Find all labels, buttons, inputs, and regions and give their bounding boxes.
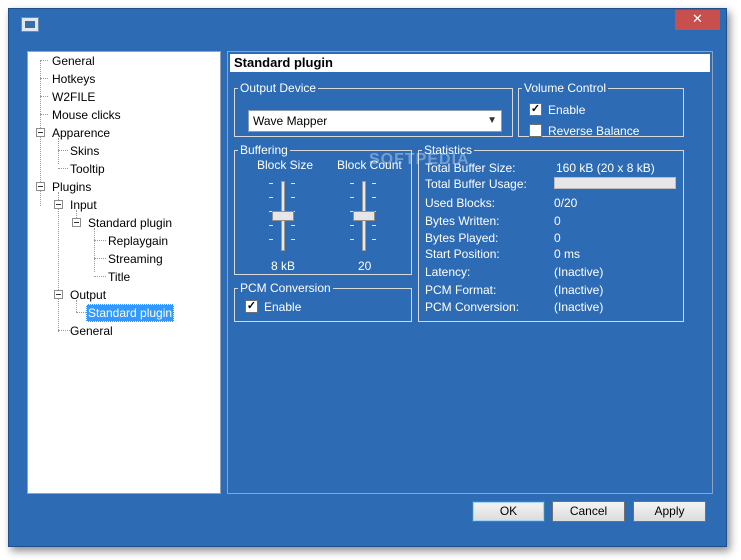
chevron-down-icon: ▼ — [487, 115, 497, 126]
pcm-enable-checkbox[interactable]: ✓ — [245, 300, 258, 314]
tree-item-plugins-general[interactable]: General — [68, 322, 115, 340]
collapse-plugins-icon[interactable] — [36, 182, 45, 191]
app-icon — [21, 17, 39, 32]
tree-item-input[interactable]: Input — [68, 196, 99, 214]
settings-tree: General Hotkeys W2FILE Mouse clicks Appa… — [27, 51, 221, 494]
tree-item-output-standard-plugin[interactable]: Standard plugin — [86, 304, 175, 322]
collapse-apparence-icon[interactable] — [36, 128, 45, 137]
output-device-group: Output Device Wave Mapper ▼ — [234, 81, 513, 137]
output-device-select[interactable]: Wave Mapper ▼ — [248, 110, 502, 132]
volume-enable-option[interactable]: ✓ Enable — [529, 102, 585, 118]
tree-item-output[interactable]: Output — [68, 286, 108, 304]
stat-value: 0 — [554, 231, 561, 245]
output-device-legend: Output Device — [240, 81, 317, 95]
reverse-balance-checkbox[interactable] — [529, 124, 542, 138]
stat-value: (Inactive) — [554, 265, 604, 279]
volume-control-group: Volume Control ✓ Enable Reverse Balance — [518, 81, 684, 139]
stat-label: Start Position: — [425, 247, 500, 261]
settings-panel: Standard plugin Output Device Wave Mappe… — [227, 51, 713, 494]
stat-label: Used Blocks: — [425, 196, 496, 210]
stat-value: 0 ms — [554, 247, 581, 261]
stat-value: (Inactive) — [554, 283, 604, 297]
reverse-balance-option[interactable]: Reverse Balance — [529, 123, 639, 139]
tree-item-w2file[interactable]: W2FILE — [50, 88, 97, 106]
stat-value: 160 kB (20 x 8 kB) — [556, 161, 655, 175]
buffer-usage-bar — [554, 177, 676, 189]
reverse-balance-label: Reverse Balance — [548, 124, 640, 138]
close-button[interactable]: ✕ — [675, 10, 720, 30]
cancel-button[interactable]: Cancel — [552, 501, 625, 522]
tree-item-general[interactable]: General — [50, 52, 97, 70]
block-size-slider-thumb[interactable] — [272, 211, 294, 221]
pcm-conversion-legend: PCM Conversion — [240, 281, 331, 295]
collapse-output-icon[interactable] — [54, 290, 63, 299]
tree-item-skins[interactable]: Skins — [68, 142, 101, 160]
stat-label: Bytes Played: — [425, 231, 499, 245]
block-count-value: 20 — [358, 259, 372, 273]
apply-button[interactable]: Apply — [633, 501, 706, 522]
stat-label: Total Buffer Usage: — [425, 177, 527, 191]
pcm-enable-label: Enable — [264, 300, 302, 314]
stat-value: 0 — [554, 214, 561, 228]
stat-label: Bytes Written: — [425, 214, 500, 228]
output-device-value: Wave Mapper — [253, 114, 328, 128]
stat-label: PCM Conversion: — [425, 300, 520, 314]
block-size-value: 8 kB — [271, 259, 296, 273]
tree-item-title[interactable]: Title — [106, 268, 132, 286]
stat-value: 0/20 — [554, 196, 578, 210]
ok-button[interactable]: OK — [472, 501, 545, 522]
tree-item-streaming[interactable]: Streaming — [106, 250, 165, 268]
pcm-conversion-group: PCM Conversion ✓ Enable — [234, 281, 412, 322]
tree-item-plugins[interactable]: Plugins — [50, 178, 93, 196]
block-size-label: Block Size — [257, 158, 314, 172]
tree-item-apparence[interactable]: Apparence — [50, 124, 112, 142]
tree-item-input-standard-plugin[interactable]: Standard plugin — [86, 214, 174, 232]
tree-item-mouse-clicks[interactable]: Mouse clicks — [50, 106, 123, 124]
volume-enable-checkbox[interactable]: ✓ — [529, 103, 542, 117]
volume-control-legend: Volume Control — [524, 81, 607, 95]
collapse-standard-plugin-icon[interactable] — [72, 218, 81, 227]
pcm-enable-option[interactable]: ✓ Enable — [245, 299, 301, 315]
title-bar[interactable]: ✕ — [9, 9, 726, 39]
page-title: Standard plugin — [230, 54, 710, 72]
volume-enable-label: Enable — [548, 103, 586, 117]
tree-item-replaygain[interactable]: Replaygain — [106, 232, 170, 250]
collapse-input-icon[interactable] — [54, 200, 63, 209]
stat-label: PCM Format: — [425, 283, 497, 297]
preferences-window: ✕ General Hotkeys W2FILE Mouse clicks Ap… — [8, 8, 727, 547]
statistics-group: Statistics Total Buffer Size: 160 kB (20… — [418, 143, 684, 322]
tree-item-hotkeys[interactable]: Hotkeys — [50, 70, 97, 88]
buffering-legend: Buffering — [240, 143, 288, 157]
stat-value: (Inactive) — [554, 300, 604, 314]
block-count-slider-thumb[interactable] — [353, 211, 375, 221]
watermark: SOFTPEDIA — [369, 151, 470, 168]
stat-label: Latency: — [425, 265, 471, 279]
tree-item-tooltip[interactable]: Tooltip — [68, 160, 107, 178]
